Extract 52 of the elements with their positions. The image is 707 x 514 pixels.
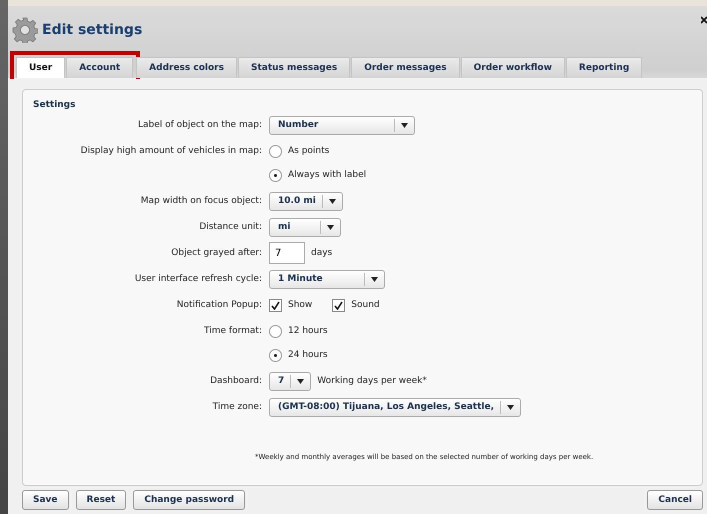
section-title: Settings [33,100,76,110]
dropdown[interactable]: (GMT-08:00) Tijuana, Los Angeles, Seattle, [269,398,522,416]
tab[interactable]: Account [66,57,134,78]
radio-button[interactable] [269,168,282,182]
tab[interactable]: Order workflow [460,57,565,78]
action-button[interactable]: Change password [133,490,246,510]
option-label: Show [288,300,312,310]
field-label: Object grayed after: [170,247,262,260]
window-title: Edit settings [42,22,142,38]
tab[interactable]: User [16,57,66,78]
caret-icon [371,276,378,282]
field-label: Time zone: [212,401,262,414]
option-label: 24 hours [288,350,328,360]
caret-icon [401,122,408,128]
dropdown[interactable]: Number [269,116,415,134]
field-label: Label of object on the map: [136,119,262,132]
field-label: Distance unit: [198,221,262,234]
caret-icon [297,378,304,384]
action-button[interactable]: Save [22,490,69,510]
dropdown[interactable]: 1 Minute [269,270,385,288]
caret-icon [507,404,514,410]
radio-button[interactable] [269,324,282,338]
action-button[interactable]: Reset [76,490,126,510]
tab[interactable]: Order messages [351,57,460,78]
radio-button[interactable] [269,144,282,158]
cancel-button[interactable]: Cancel [647,490,703,510]
caret-icon [328,198,336,204]
dropdown[interactable]: mi [269,218,341,236]
suffix-label: Working days per week* [317,376,427,386]
tab[interactable]: Address colors [136,57,237,78]
dropdown[interactable]: 10.0 mi [269,192,343,210]
field-label: Dashboard: [209,375,262,388]
unit-label: days [311,248,332,258]
gear-icon [12,17,38,43]
option-label: As points [288,146,330,156]
field-label: Map width on focus object: [140,195,262,208]
tab[interactable]: Status messages [238,57,350,78]
tab[interactable]: Reporting [566,57,642,78]
option-label: Sound [351,300,380,310]
option-label: 12 hours [288,326,328,336]
field-label: Time format: [203,325,262,338]
input-field[interactable]: 7 [269,242,305,264]
field-label: User interface refresh cycle: [134,273,262,286]
close-icon[interactable] [701,16,707,24]
dropdown[interactable]: 7 [269,372,312,390]
field-label: Display high amount of vehicles in map: [80,145,262,158]
option-label: Always with label [288,170,366,180]
checkbox[interactable] [269,298,282,312]
radio-button[interactable] [269,348,282,362]
field-label: Notification Popup: [176,299,262,312]
checkbox[interactable] [332,298,346,312]
caret-icon [327,224,334,230]
